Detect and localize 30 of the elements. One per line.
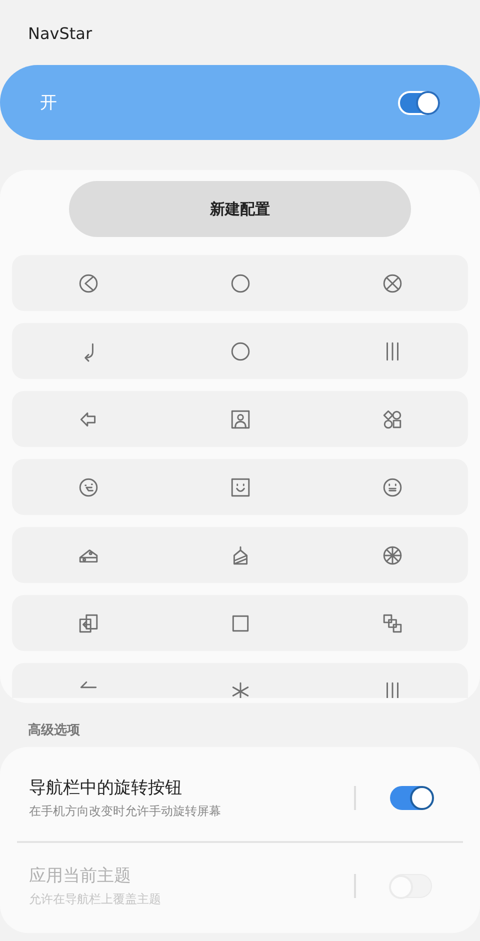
pie-chart-icon (78, 272, 98, 294)
config-row[interactable] (12, 391, 468, 447)
app-title: NavStar (28, 24, 92, 43)
config-row[interactable] (12, 527, 468, 583)
config-row[interactable] (12, 255, 468, 311)
setting-row[interactable]: 导航栏中的旋转按钮 在手机方向改变时允许手动旋转屏幕 (0, 761, 480, 835)
switch-label: 开 (40, 92, 57, 114)
circle-icon (230, 340, 250, 362)
face-icon (382, 476, 402, 498)
circle-icon (230, 272, 250, 294)
asterisk-icon (230, 680, 250, 698)
config-row[interactable] (12, 323, 468, 379)
new-config-button[interactable]: 新建配置 (69, 181, 411, 237)
square-icon (230, 612, 250, 634)
portrait-icon (230, 408, 250, 430)
stacked-squares-icon (382, 612, 402, 634)
setting-title: 导航栏中的旋转按钮 (29, 777, 182, 799)
pizza-icon (382, 544, 402, 566)
setting-title: 应用当前主题 (29, 865, 131, 887)
crossed-circle-icon (382, 272, 402, 294)
smiley-icon (230, 476, 250, 498)
config-row[interactable] (12, 459, 468, 515)
shapes-icon (382, 408, 402, 430)
setting-description: 在手机方向改变时允许手动旋转屏幕 (29, 803, 221, 820)
face-icon (78, 476, 98, 498)
toggle-switch[interactable] (390, 786, 432, 810)
arrow-icon (78, 681, 98, 689)
section-heading: 高级选项 (28, 722, 80, 739)
config-row[interactable] (12, 595, 468, 651)
window-arrow-icon (78, 612, 98, 634)
